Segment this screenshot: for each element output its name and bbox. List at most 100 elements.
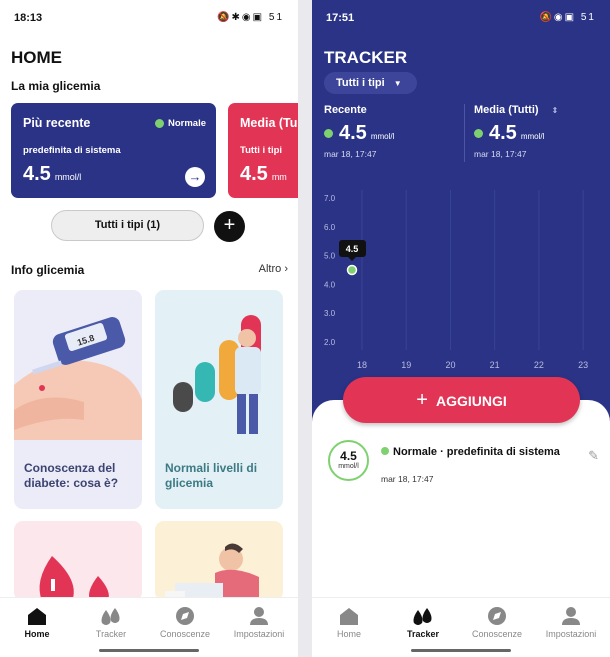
nav-label-home: Home	[336, 629, 361, 639]
y-tick-label: 6.0	[324, 223, 336, 232]
stat-recent-date: mar 18, 17:47	[324, 149, 377, 159]
average-value: 4.5	[240, 163, 268, 185]
stat-average[interactable]: Media (Tutti) ⇕ 4.5 mmol/l mar 18, 17:47	[474, 104, 558, 159]
caret-down-icon: ▼	[393, 79, 402, 88]
more-link-label: Altro	[258, 263, 282, 275]
gesture-bar	[99, 649, 199, 652]
nav-item-conoscenze[interactable]: Conoscenze	[460, 606, 534, 639]
nav-label-tracker: Tracker	[95, 629, 127, 639]
nav-label-impostazioni: Impostazioni	[545, 629, 597, 639]
article-card-tired[interactable]	[155, 521, 283, 601]
nav-item-tracker[interactable]: Tracker	[74, 606, 148, 639]
section-title-glicemia: La mia glicemia	[11, 79, 101, 93]
home-icon	[28, 608, 46, 625]
stat-recent-value: 4.5	[339, 122, 367, 144]
status-time: 18:13	[14, 12, 43, 24]
stat-average-date: mar 18, 17:47	[474, 149, 527, 159]
stat-average-value: 4.5	[489, 122, 517, 144]
add-button-label: AGGIUNGI	[435, 393, 507, 409]
tracker-screen: 17:51 🔕◉▣ 51 TRACKER Tutti i tipi ▼ Rece…	[312, 0, 610, 657]
bottom-nav: Home Tracker Conoscenze Impostazioni	[0, 597, 298, 657]
page-title: HOME	[11, 48, 62, 67]
nav-item-home[interactable]: Home	[0, 606, 74, 639]
chevron-right-icon: ›	[284, 263, 288, 275]
status-dot-icon	[474, 129, 483, 138]
y-tick-label: 4.0	[324, 280, 336, 289]
gesture-bar	[411, 649, 511, 652]
recent-card-value: 4.5 mmol/l	[23, 163, 81, 186]
recent-card-subtitle: predefinita di sistema	[23, 145, 121, 156]
nav-item-conoscenze[interactable]: Conoscenze	[148, 606, 222, 639]
article-card-diabetes[interactable]: 15.8 Conoscenza del diabete: cosa è?	[14, 290, 142, 509]
stat-recent: Recente 4.5 mmol/l mar 18, 17:47	[324, 104, 394, 159]
entry-title: Normale · predefinita di sistema	[393, 446, 560, 458]
entry-title-row[interactable]: Normale · predefinita di sistema	[381, 446, 561, 459]
nav-label-conoscenze: Conoscenze	[471, 629, 523, 639]
type-filter-dropdown[interactable]: Tutti i tipi ▼	[324, 72, 417, 94]
article-card-blood[interactable]	[14, 521, 142, 601]
entry-value-badge: 4.5 mmol/l	[328, 440, 369, 481]
compass-icon	[176, 607, 194, 625]
point-label: 4.5	[346, 244, 359, 254]
type-filter-button[interactable]: Tutti i tipi (1)	[51, 210, 204, 241]
data-point[interactable]	[346, 264, 358, 276]
status-badge: Normale	[154, 118, 206, 129]
article-title-levels: Normali livelli di glicemia	[165, 461, 258, 490]
page-title: TRACKER	[324, 48, 408, 67]
nav-item-home[interactable]: Home	[312, 606, 386, 639]
average-card[interactable]: Media (Tu Tutti i tipi 4.5 mm	[228, 103, 298, 198]
entry-unit: mmol/l	[338, 463, 359, 470]
doctor-illustration	[173, 315, 261, 434]
info-heading: Info glicemia	[11, 263, 85, 277]
nav-label-home: Home	[24, 629, 50, 639]
plus-icon: +	[223, 214, 236, 236]
edit-pencil-icon[interactable]: ✎	[588, 448, 599, 464]
status-icons: 🔕◉▣ 51	[539, 12, 596, 23]
article-title-diabetes: Conoscenza del diabete: cosa è?	[24, 461, 119, 490]
stat-recent-value-row: 4.5 mmol/l	[324, 122, 394, 145]
stat-average-unit: mmol/l	[520, 132, 545, 141]
recent-unit: mmol/l	[54, 172, 82, 182]
stat-average-label: Media (Tutti)	[474, 104, 539, 116]
arrow-right-icon[interactable]: →	[185, 167, 205, 187]
compass-icon	[488, 607, 506, 625]
x-tick-label: 21	[490, 360, 500, 370]
more-link[interactable]: Altro ›	[259, 263, 288, 275]
recent-card[interactable]: Più recente Normale predefinita di siste…	[11, 103, 216, 198]
recent-card-title: Più recente	[23, 116, 91, 130]
stat-divider	[464, 104, 465, 162]
average-card-subtitle: Tutti i tipi	[240, 145, 283, 156]
person-at-desk-illustration	[165, 543, 259, 601]
y-tick-label: 7.0	[324, 194, 336, 203]
recent-value: 4.5	[23, 163, 51, 185]
add-record-button[interactable]: +	[214, 211, 245, 242]
nav-item-impostazioni[interactable]: Impostazioni	[222, 606, 296, 639]
status-icons: 🔕✱◉▣ 51	[217, 12, 284, 23]
x-tick-label: 19	[401, 360, 411, 370]
status-dot-icon	[324, 129, 333, 138]
y-tick-label: 2.0	[324, 338, 336, 347]
status-badge-label: Normale	[167, 118, 206, 129]
add-button[interactable]: + AGGIUNGI	[343, 377, 580, 423]
stat-recent-unit: mmol/l	[370, 132, 395, 141]
stat-average-label-row: Media (Tutti) ⇕	[474, 104, 558, 116]
entry-date: mar 18, 17:47	[381, 474, 434, 484]
article-card-levels[interactable]: Normali livelli di glicemia	[155, 290, 283, 509]
plus-icon: +	[416, 389, 428, 411]
average-card-value: 4.5 mm	[240, 163, 287, 186]
nav-label-conoscenze: Conoscenze	[159, 629, 211, 639]
glucose-chart: 18 19 20 21 22 23 7.0 6.0 5.0 4.0 3.0 2.0 4.5	[324, 190, 588, 370]
nav-item-impostazioni[interactable]: Impostazioni	[534, 606, 608, 639]
x-tick-label: 23	[578, 360, 588, 370]
drops-icon	[413, 608, 432, 625]
average-card-title: Media (Tu	[240, 116, 298, 130]
status-bar: 17:51 🔕◉▣ 51	[312, 0, 610, 36]
glucose-meter-illustration: 15.8	[14, 317, 142, 440]
screenshot-pair: 18:13 🔕✱◉▣ 51 HOME La mia glicemia Più r…	[0, 0, 610, 657]
drops-icon	[101, 608, 120, 625]
nav-item-tracker[interactable]: Tracker	[386, 606, 460, 639]
x-tick-label: 20	[445, 360, 455, 370]
status-dot-icon	[154, 119, 164, 128]
home-screen: 18:13 🔕✱◉▣ 51 HOME La mia glicemia Più r…	[0, 0, 298, 657]
average-unit: mm	[271, 172, 287, 182]
